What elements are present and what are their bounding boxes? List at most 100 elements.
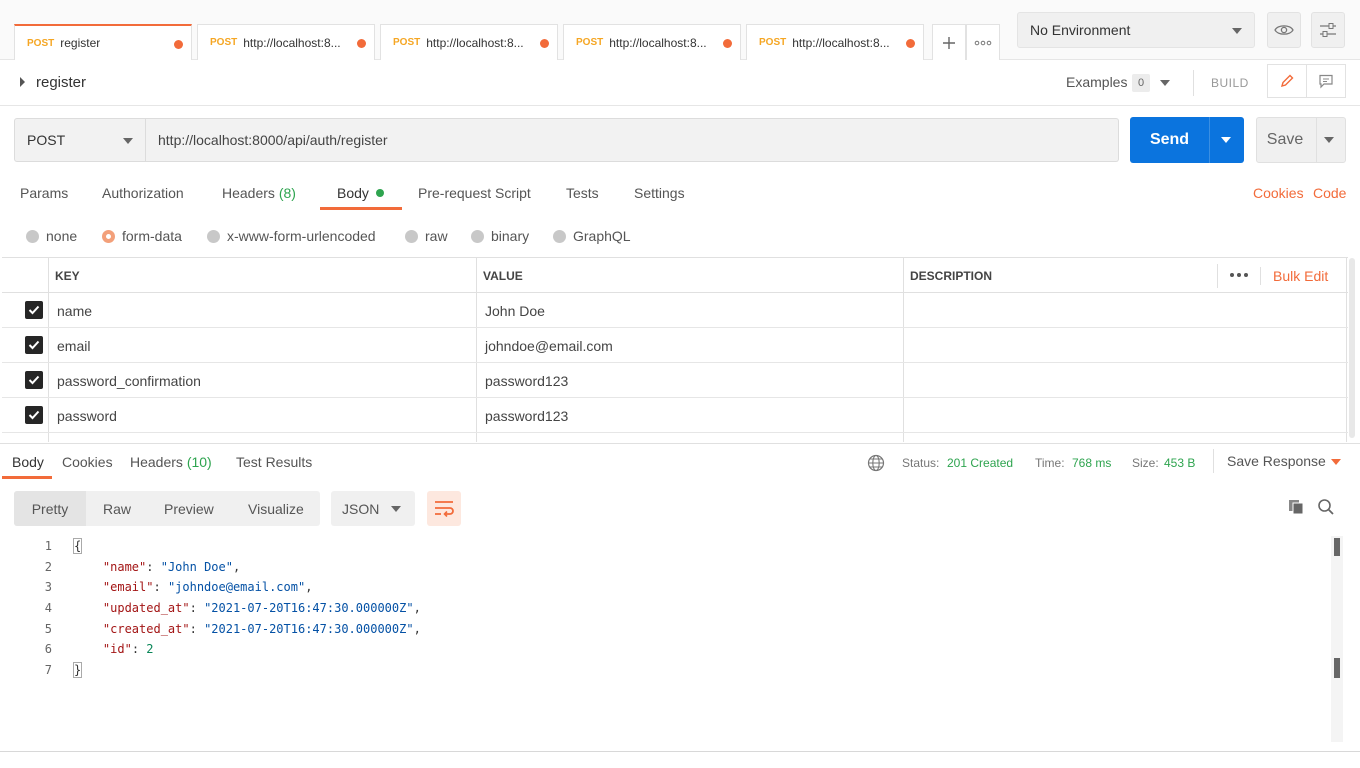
environment-quick-look-button[interactable]: [1267, 12, 1301, 48]
table-options-button[interactable]: [1229, 267, 1249, 286]
key-cell[interactable]: password: [49, 398, 117, 433]
manage-environments-button[interactable]: [1311, 12, 1345, 48]
environment-select[interactable]: No Environment: [1017, 12, 1255, 48]
bulk-edit-link[interactable]: Bulk Edit: [1273, 268, 1328, 284]
comments-button[interactable]: [1306, 64, 1346, 98]
tab-options-button[interactable]: [966, 24, 1000, 60]
search-response-button[interactable]: [1317, 498, 1335, 519]
send-label: Send: [1149, 131, 1190, 148]
json-key: "email": [102, 580, 154, 594]
wrap-lines-button[interactable]: [427, 491, 461, 526]
method-select[interactable]: POST: [14, 118, 146, 162]
code-link[interactable]: Code: [1313, 185, 1346, 201]
tab-params[interactable]: Params: [20, 185, 68, 201]
tab-method: POST: [576, 37, 604, 48]
url-input[interactable]: http://localhost:8000/api/auth/register: [146, 118, 1119, 162]
response-tab-cookies[interactable]: Cookies: [62, 454, 113, 470]
chevron-down-icon[interactable]: [1324, 137, 1334, 143]
edit-mode-button[interactable]: [1267, 64, 1307, 98]
table-scrollbar[interactable]: [1349, 258, 1355, 438]
response-tab-test-results[interactable]: Test Results: [236, 454, 312, 470]
size-value[interactable]: 453 B: [1164, 456, 1195, 470]
tab-method: POST: [210, 37, 238, 48]
tab-authorization[interactable]: Authorization: [102, 185, 184, 201]
request-name[interactable]: register: [36, 74, 86, 91]
cookies-link[interactable]: Cookies: [1253, 185, 1304, 201]
table-header-row: [2, 258, 1348, 293]
examples-label[interactable]: Examples: [1066, 74, 1127, 90]
key-cell[interactable]: password_confirmation: [49, 363, 201, 398]
tab-headers[interactable]: Headers (8): [222, 185, 296, 201]
tab-bar: POST register POST http://localhost:8...…: [0, 0, 1360, 60]
request-tab[interactable]: POST http://localhost:8...: [197, 24, 375, 60]
value-cell[interactable]: password123: [477, 398, 568, 433]
form-data-table: KEY VALUE DESCRIPTION Bulk Edit name Joh…: [2, 257, 1348, 442]
search-icon: [1318, 499, 1334, 515]
status-value[interactable]: 201 Created: [947, 456, 1013, 470]
active-tab-underline: [320, 207, 402, 210]
row-checkbox[interactable]: [25, 371, 43, 389]
row-checkbox[interactable]: [25, 301, 43, 319]
radio-circle-icon: [26, 229, 39, 243]
value-cell[interactable]: johndoe@email.com: [477, 328, 613, 363]
json-key: "created_at": [102, 622, 190, 636]
request-tab[interactable]: POST register: [14, 24, 192, 60]
radio-none[interactable]: none: [26, 228, 77, 244]
sliders-icon: [1320, 23, 1336, 37]
chevron-down-icon[interactable]: [1221, 137, 1231, 143]
format-select[interactable]: JSON: [331, 491, 415, 526]
chevron-down-icon[interactable]: [1160, 80, 1170, 86]
tab-body[interactable]: Body: [337, 185, 384, 201]
copy-response-button[interactable]: [1287, 498, 1305, 519]
key-cell[interactable]: email: [49, 328, 90, 363]
more-icon: [974, 40, 992, 45]
response-view-group: Pretty Raw Preview Visualize: [14, 491, 320, 526]
time-value[interactable]: 768 ms: [1072, 456, 1111, 470]
request-tab[interactable]: POST http://localhost:8...: [563, 24, 741, 60]
radio-form-data[interactable]: form-data: [102, 228, 182, 244]
send-button[interactable]: Send: [1130, 117, 1244, 163]
tab-tests[interactable]: Tests: [566, 185, 599, 201]
radio-raw[interactable]: raw: [405, 228, 448, 244]
tab-label: http://localhost:8...: [243, 35, 341, 50]
network-info-button[interactable]: [867, 454, 885, 475]
line-number: 2: [44, 560, 52, 574]
scrollbar-thumb[interactable]: [1334, 538, 1340, 556]
radio-binary[interactable]: binary: [471, 228, 529, 244]
response-tab-headers-label: Headers: [130, 454, 183, 470]
chevron-down-icon[interactable]: [1331, 459, 1341, 465]
view-pretty[interactable]: Pretty: [14, 491, 86, 526]
value-cell[interactable]: password123: [477, 363, 568, 398]
chevron-right-icon[interactable]: [20, 77, 25, 87]
request-tab[interactable]: POST http://localhost:8...: [746, 24, 924, 60]
radio-x-www-form-urlencoded[interactable]: x-www-form-urlencoded: [207, 228, 376, 244]
request-tab[interactable]: POST http://localhost:8...: [380, 24, 558, 60]
response-code-view[interactable]: 1 { 2 "name": "John Doe", 3 "email": "jo…: [0, 535, 1330, 685]
code-line: }: [72, 662, 83, 678]
copy-icon: [1289, 500, 1304, 515]
save-response-button[interactable]: Save Response: [1227, 453, 1326, 469]
save-button[interactable]: Save: [1256, 117, 1346, 163]
comment-icon: [1319, 74, 1333, 89]
value-cell[interactable]: John Doe: [477, 293, 545, 328]
scrollbar-thumb[interactable]: [1334, 658, 1340, 678]
key-cell[interactable]: name: [49, 293, 92, 328]
tab-settings[interactable]: Settings: [634, 185, 685, 201]
row-checkbox[interactable]: [25, 406, 43, 424]
response-scrollbar[interactable]: [1331, 536, 1343, 742]
build-label[interactable]: BUILD: [1211, 76, 1249, 90]
divider: [1209, 117, 1210, 163]
view-visualize[interactable]: Visualize: [248, 491, 304, 526]
column-header-description: DESCRIPTION: [910, 268, 993, 283]
response-tab-headers[interactable]: Headers (10): [130, 454, 212, 470]
new-tab-button[interactable]: [932, 24, 966, 60]
row-checkbox[interactable]: [25, 336, 43, 354]
view-preview[interactable]: Preview: [164, 491, 214, 526]
radio-label: none: [46, 228, 78, 244]
radio-graphql[interactable]: GraphQL: [553, 228, 631, 244]
tab-pre-request-script[interactable]: Pre-request Script: [418, 185, 531, 201]
tab-body-label: Body: [337, 185, 369, 201]
save-label: Save: [1266, 131, 1304, 148]
view-raw[interactable]: Raw: [103, 491, 131, 526]
response-tab-body[interactable]: Body: [12, 454, 44, 470]
